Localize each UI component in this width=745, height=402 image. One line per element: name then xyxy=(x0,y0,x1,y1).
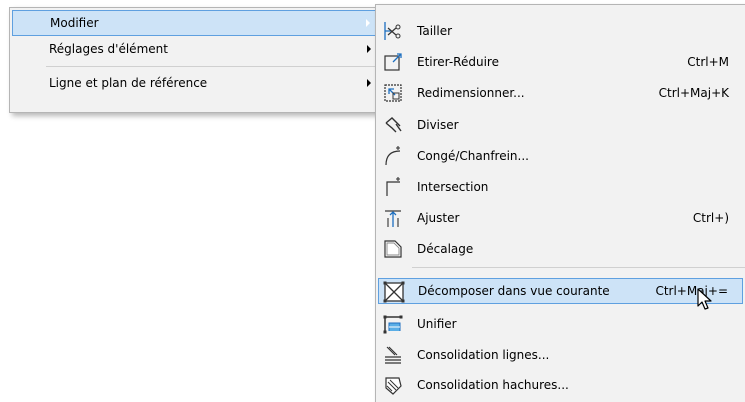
trim-scissors-icon xyxy=(382,20,404,42)
menu-item-consolidation-lignes[interactable]: Consolidation lignes... xyxy=(378,342,743,368)
fillet-chamfer-icon xyxy=(382,145,404,167)
menu-item-decomposer[interactable]: Décomposer dans vue courante Ctrl+Maj+= xyxy=(378,278,743,304)
menu-item-label: Intersection xyxy=(417,180,489,194)
menu-item-label: Redimensionner... xyxy=(417,86,525,100)
menu-item-diviser[interactable]: Diviser xyxy=(378,112,743,138)
intersect-icon xyxy=(382,176,404,198)
menu-item-label: Ajuster xyxy=(417,211,460,225)
menu-item-decalage[interactable]: Décalage xyxy=(378,236,743,262)
menu-item-conge-chanfrein[interactable]: Congé/Chanfrein... xyxy=(378,143,743,169)
stretch-icon xyxy=(382,51,404,73)
menu-item-shortcut: Ctrl+M xyxy=(687,55,729,69)
menu-item-shortcut: Ctrl+) xyxy=(692,211,729,225)
unify-icon xyxy=(382,313,404,335)
modifier-submenu: Tailler Etirer-Réduire Ctrl+M Redimensio… xyxy=(375,4,745,402)
split-icon xyxy=(382,114,404,136)
adjust-icon xyxy=(382,207,404,229)
menu-item-label: Tailler xyxy=(417,24,453,38)
menu-item-label: Consolidation hachures... xyxy=(417,378,569,392)
resize-icon xyxy=(382,82,404,104)
menu-separator xyxy=(412,267,745,268)
consolidate-lines-icon xyxy=(382,344,404,366)
menu-item-label: Diviser xyxy=(417,118,459,132)
menu-item-label: Décomposer dans vue courante xyxy=(418,284,610,298)
menu-item-label: Etirer-Réduire xyxy=(417,55,499,69)
menu-item-consolidation-hachures[interactable]: Consolidation hachures... xyxy=(378,372,743,398)
menu-item-label: Réglages d'élément xyxy=(49,42,168,56)
menu-item-label: Ligne et plan de référence xyxy=(49,76,208,90)
menu-separator xyxy=(46,66,375,67)
menu-item-label: Consolidation lignes... xyxy=(417,348,550,362)
menu-item-element-settings[interactable]: Réglages d'élément xyxy=(12,36,377,62)
menu-item-shortcut: Ctrl+Maj+= xyxy=(655,284,728,298)
submenu-arrow-icon xyxy=(366,19,370,27)
menu-item-tailler[interactable]: Tailler xyxy=(378,18,743,44)
menu-item-redimensionner[interactable]: Redimensionner... Ctrl+Maj+K xyxy=(378,80,743,106)
menu-item-shortcut: Ctrl+Maj+K xyxy=(658,86,729,100)
consolidate-fills-icon xyxy=(382,374,404,396)
menu-item-label: Congé/Chanfrein... xyxy=(417,149,529,163)
mouse-pointer-icon xyxy=(697,288,715,312)
menu-item-label: Décalage xyxy=(417,242,474,256)
menu-item-modifier[interactable]: Modifier xyxy=(12,10,377,36)
menu-item-intersection[interactable]: Intersection xyxy=(378,174,743,200)
modify-context-menu: Modifier Réglages d'élément Ligne et pla… xyxy=(9,7,380,113)
menu-item-label: Modifier xyxy=(50,16,99,30)
menu-item-unifier[interactable]: Unifier xyxy=(378,311,743,337)
submenu-arrow-icon xyxy=(367,79,371,87)
menu-item-ajuster[interactable]: Ajuster Ctrl+) xyxy=(378,205,743,231)
submenu-arrow-icon xyxy=(367,45,371,53)
menu-item-reference-line[interactable]: Ligne et plan de référence xyxy=(12,70,377,96)
explode-icon xyxy=(383,281,405,303)
menu-item-label: Unifier xyxy=(417,317,457,331)
offset-icon xyxy=(382,238,404,260)
menu-item-etirer-reduire[interactable]: Etirer-Réduire Ctrl+M xyxy=(378,49,743,75)
